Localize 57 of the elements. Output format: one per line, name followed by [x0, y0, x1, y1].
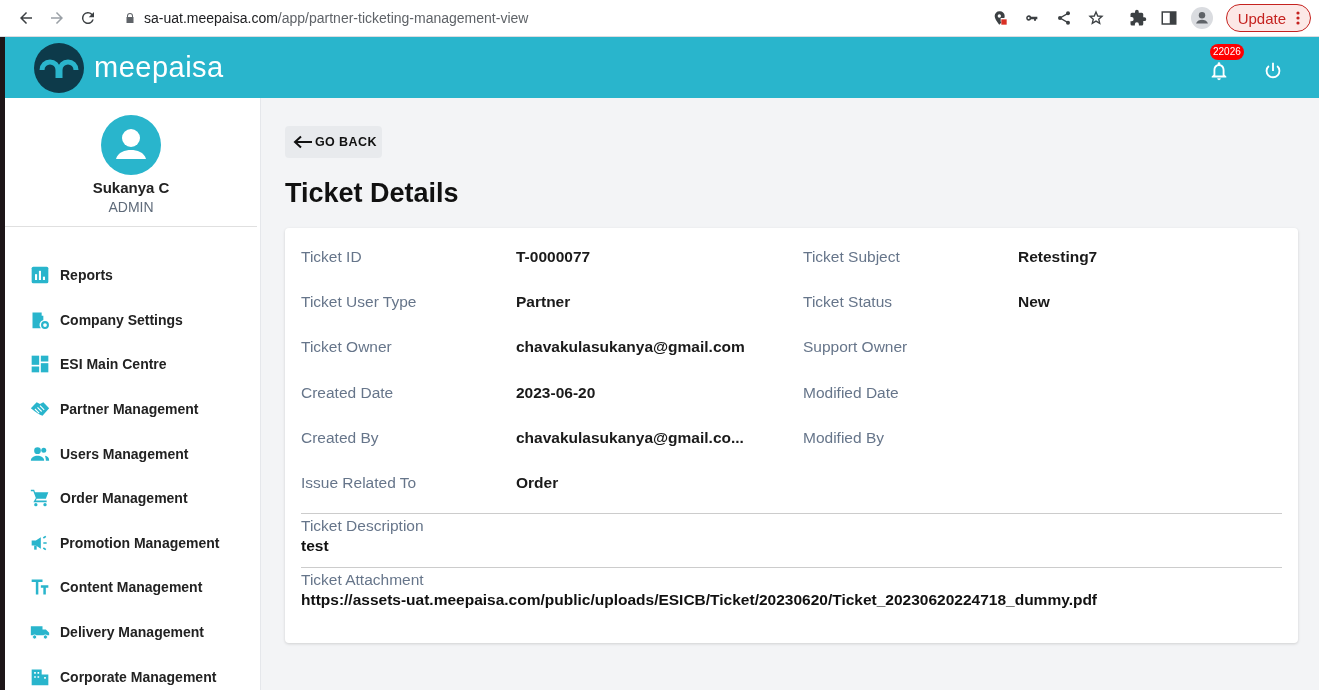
field-label: Ticket Description	[301, 515, 425, 535]
field-label: Ticket User Type	[301, 292, 418, 311]
field-label: Created Date	[301, 383, 395, 402]
sidebar-item[interactable]: Company Settings	[30, 297, 260, 343]
side-panel-icon[interactable]	[1159, 9, 1178, 27]
sidebar-item[interactable]: Users Management	[30, 431, 260, 476]
page-title: Ticket Details	[285, 177, 460, 210]
field-value: T-0000077	[516, 247, 592, 266]
user-role: ADMIN	[108, 199, 154, 215]
sidebar-item[interactable]: Content Management	[30, 565, 260, 610]
update-button[interactable]: Update	[1225, 4, 1311, 32]
forward-icon[interactable]	[48, 9, 66, 27]
url-text: sa-uat.meepaisa.com/app/partner-ticketing-management-view	[144, 10, 529, 26]
field-value: New	[1018, 292, 1051, 311]
field-value: Retesting7	[1018, 247, 1099, 266]
arrow-left-icon	[293, 135, 313, 149]
field-label: Modified Date	[803, 383, 900, 402]
field-label: Issue Related To	[301, 474, 418, 493]
logo-icon	[34, 42, 84, 93]
text-icon	[30, 577, 50, 598]
sidebar-item[interactable]: Reports	[30, 253, 260, 298]
field-label: Ticket Subject	[803, 247, 901, 266]
star-icon[interactable]	[1087, 10, 1104, 26]
share-icon[interactable]	[1055, 10, 1072, 26]
sidebar-item[interactable]: Delivery Management	[30, 609, 260, 655]
go-back-button[interactable]: GO BACK	[285, 126, 382, 158]
chart-icon	[30, 265, 50, 286]
field-label: Support Owner	[803, 338, 909, 357]
field-label: Created By	[301, 428, 380, 447]
field-label: Ticket Attachment	[301, 569, 425, 589]
field-value: chavakulasukanya@gmail.co...	[516, 428, 745, 447]
field-value: chavakulasukanya@gmail.com	[516, 338, 746, 357]
dashboard-icon	[30, 354, 50, 375]
profile-icon[interactable]	[1190, 7, 1213, 29]
field-label: Ticket Status	[803, 292, 893, 311]
lock-icon	[124, 12, 136, 24]
sidebar-item[interactable]: Order Management	[30, 475, 260, 521]
extensions-icon[interactable]	[1128, 9, 1147, 27]
field-label: Ticket Owner	[301, 338, 393, 357]
sidebar-item[interactable]: ESI Main Centre	[30, 342, 260, 387]
sidebar-item[interactable]: Promotion Management	[30, 520, 260, 566]
field-value: test	[301, 535, 330, 556]
reload-icon[interactable]	[79, 9, 97, 27]
notification-badge: 22026	[1210, 43, 1244, 60]
field-value: https://assets-uat.meepaisa.com/public/uploads/ESICB/Ticket/20230620/Ticket_20230620224718_dummy.pdf	[301, 589, 1099, 610]
field-value: Partner	[516, 292, 572, 311]
field-value: Order	[516, 474, 560, 493]
field-value: 2023-06-20	[516, 383, 597, 402]
more-icon	[1296, 11, 1300, 25]
field-label: Modified By	[803, 428, 885, 447]
brand-name: meepaisa	[94, 51, 224, 84]
field-label: Ticket ID	[301, 247, 363, 266]
sidebar-item[interactable]: Partner Management	[30, 386, 260, 432]
user-name: Sukanya C	[92, 179, 170, 196]
sidebar-item[interactable]: Corporate Management	[30, 654, 260, 690]
cart-icon	[30, 488, 50, 509]
avatar-icon	[101, 115, 161, 175]
